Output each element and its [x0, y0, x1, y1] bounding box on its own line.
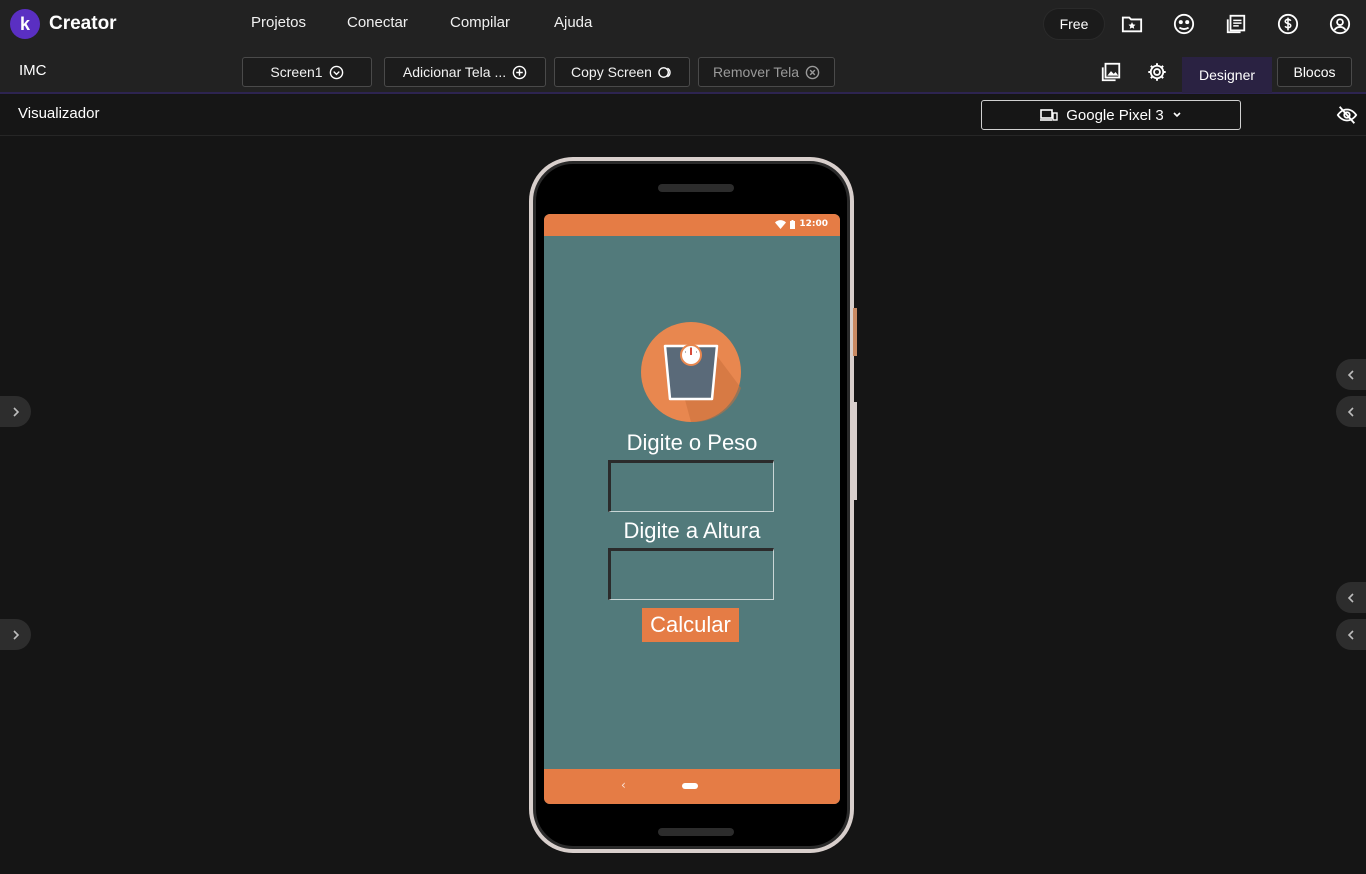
earpiece-speaker — [658, 184, 734, 192]
left-panel-toggle[interactable] — [0, 396, 31, 427]
viewer-header: Visualizador Google Pixel 3 — [0, 95, 1366, 136]
right-panel-toggle-2[interactable] — [1336, 396, 1366, 427]
volume-button — [853, 402, 857, 500]
height-input[interactable] — [608, 548, 774, 600]
scale-icon — [641, 322, 741, 422]
chevron-down-icon — [1173, 112, 1181, 118]
battery-icon — [790, 219, 796, 229]
menu-compilar[interactable]: Compilar — [450, 14, 510, 31]
chevron-right-icon — [12, 629, 19, 640]
chevron-left-icon — [1347, 629, 1354, 640]
phone-screen: 12:00 Digite o Peso Digite a Altura Calc… — [544, 214, 840, 804]
menu-ajuda[interactable]: Ajuda — [554, 14, 592, 31]
device-select-label: Google Pixel 3 — [1066, 106, 1164, 124]
wifi-icon — [775, 219, 787, 229]
app-logo: k — [10, 9, 40, 39]
bottom-speaker — [658, 828, 734, 836]
weight-input[interactable] — [608, 460, 774, 512]
remove-screen-button[interactable]: Remover Tela — [698, 57, 835, 87]
add-screen-button[interactable]: Adicionar Tela ... — [384, 57, 546, 87]
power-button — [853, 308, 857, 356]
gear-icon[interactable] — [1146, 61, 1168, 83]
weight-label: Digite o Peso — [626, 430, 758, 455]
devices-icon — [1040, 109, 1058, 121]
plan-badge[interactable]: Free — [1043, 8, 1105, 40]
gallery-icon[interactable] — [1173, 13, 1195, 35]
media-icon[interactable] — [1100, 61, 1122, 83]
pricing-icon[interactable] — [1277, 13, 1299, 35]
remove-circle-icon — [805, 65, 820, 79]
new-project-icon[interactable] — [1121, 13, 1143, 35]
copy-icon — [658, 66, 671, 78]
status-bar: 12:00 — [544, 214, 840, 236]
menu-projetos[interactable]: Projetos — [251, 14, 306, 31]
right-panel-toggle-3[interactable] — [1336, 582, 1366, 613]
remove-screen-label: Remover Tela — [712, 64, 800, 80]
status-time: 12:00 — [799, 219, 828, 229]
designer-tab[interactable]: Designer — [1182, 57, 1272, 93]
chevron-right-icon — [12, 406, 19, 417]
blocks-tab[interactable]: Blocos — [1277, 57, 1352, 87]
account-icon[interactable] — [1329, 13, 1351, 35]
home-icon[interactable] — [682, 783, 698, 789]
add-screen-label: Adicionar Tela ... — [402, 64, 507, 80]
chevron-left-icon — [1347, 406, 1354, 417]
docs-icon[interactable] — [1225, 13, 1247, 35]
hide-eye-icon[interactable] — [1336, 104, 1358, 126]
chevron-left-icon — [1347, 369, 1354, 380]
android-nav-bar: ‹ — [544, 769, 840, 804]
copy-screen-button[interactable]: Copy Screen — [554, 57, 690, 87]
add-circle-icon — [512, 65, 527, 79]
left-panel-toggle-2[interactable] — [0, 619, 31, 650]
top-bar: k Creator Projetos Conectar Compilar Aju… — [0, 0, 1366, 48]
app-name: Creator — [49, 13, 117, 34]
calculate-button[interactable]: Calcular — [642, 608, 739, 642]
right-panel-toggle-1[interactable] — [1336, 359, 1366, 390]
height-label: Digite a Altura — [623, 518, 761, 543]
project-name: IMC — [19, 62, 47, 79]
status-icons: 12:00 — [775, 219, 828, 229]
screen-select-label: Screen1 — [270, 64, 323, 80]
copy-screen-label: Copy Screen — [571, 64, 652, 80]
device-select[interactable]: Google Pixel 3 — [981, 100, 1241, 130]
chevron-left-icon — [1347, 592, 1354, 603]
screen-select[interactable]: Screen1 — [242, 57, 372, 87]
chevron-down-icon — [329, 65, 343, 79]
right-panel-toggle-4[interactable] — [1336, 619, 1366, 650]
brand[interactable]: k Creator — [10, 9, 117, 39]
menu-conectar[interactable]: Conectar — [347, 14, 408, 31]
project-toolbar: IMC Screen1 Adicionar Tela ... Copy Scre… — [0, 48, 1366, 94]
back-icon[interactable]: ‹ — [621, 778, 626, 792]
viewer-title: Visualizador — [18, 105, 100, 122]
